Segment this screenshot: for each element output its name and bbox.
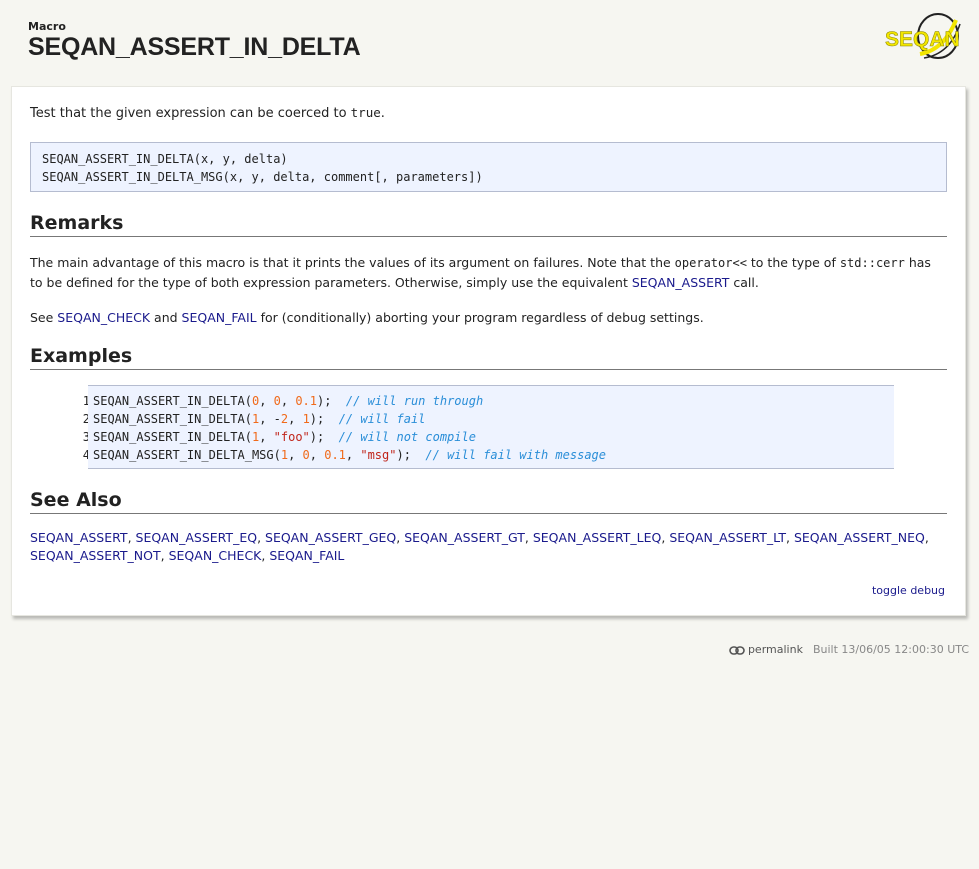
line-number: 4 [82, 448, 90, 462]
code-token: , [309, 448, 325, 462]
see-also-link[interactable]: SEQAN_ASSERT [30, 530, 128, 545]
code-token: 1 [280, 448, 289, 462]
see-also-link[interactable]: SEQAN_ASSERT_EQ [136, 530, 258, 545]
line-number: 3 [82, 430, 90, 444]
see-also-link[interactable]: SEQAN_ASSERT_LEQ [533, 530, 662, 545]
toggle-debug-link[interactable]: toggle debug [872, 584, 945, 597]
code-token: 0.1 [295, 394, 318, 408]
see-also-link[interactable]: SEQAN_ASSERT_NEQ [794, 530, 925, 545]
see-also-link[interactable]: SEQAN_ASSERT_NOT [30, 548, 161, 563]
link-icon [729, 646, 745, 655]
code-token: ); [309, 430, 339, 444]
link-seqan-assert[interactable]: SEQAN_ASSERT [632, 275, 730, 290]
code-token: SEQAN_ASSERT_IN_DELTA( [93, 430, 252, 444]
seqan-logo[interactable]: SEQAN [884, 10, 966, 62]
main-content: Test that the given expression can be co… [11, 86, 966, 616]
code-token: ); [396, 448, 426, 462]
code-token: , [288, 412, 303, 426]
remarks-paragraph-2: See SEQAN_CHECK and SEQAN_FAIL for (cond… [30, 310, 704, 325]
permalink-link[interactable]: permalink [748, 643, 803, 656]
code-token: // will fail with message [425, 448, 607, 462]
code-line: SEQAN_ASSERT_IN_DELTA(1, -2, 1); // will… [93, 410, 889, 428]
examples-heading: Examples [30, 345, 947, 370]
line-number: 2 [82, 412, 90, 426]
see-also-heading: See Also [30, 489, 947, 514]
code-token: SEQAN_ASSERT_IN_DELTA_MSG( [93, 448, 281, 462]
remarks-heading: Remarks [30, 212, 947, 237]
summary-code: true [350, 105, 381, 120]
see-also-link[interactable]: SEQAN_ASSERT_LT [669, 530, 786, 545]
see-also-link[interactable]: SEQAN_FAIL [269, 548, 344, 563]
code-line: SEQAN_ASSERT_IN_DELTA_MSG(1, 0, 0.1, "ms… [93, 446, 889, 464]
page-header: Macro SEQAN_ASSERT_IN_DELTA [28, 20, 361, 62]
see-also-links: SEQAN_ASSERT, SEQAN_ASSERT_EQ, SEQAN_ASS… [30, 530, 929, 563]
signature-line: SEQAN_ASSERT_IN_DELTA(x, y, delta) [42, 152, 288, 166]
code-line: SEQAN_ASSERT_IN_DELTA(1, "foo"); // will… [93, 428, 889, 446]
code-token: // will run through [345, 394, 484, 408]
signature-block: SEQAN_ASSERT_IN_DELTA(x, y, delta) SEQAN… [30, 142, 947, 192]
logo-text: SEQAN [885, 28, 960, 51]
summary: Test that the given expression can be co… [30, 105, 385, 121]
line-number: 1 [82, 394, 90, 408]
remarks-paragraph: The main advantage of this macro is that… [30, 255, 931, 290]
code-token: 1 [302, 412, 310, 426]
code-block: SEQAN_ASSERT_IN_DELTA( 0, 0, 0.1); // wil… [88, 385, 894, 469]
page-title: SEQAN_ASSERT_IN_DELTA [28, 33, 361, 61]
code-token: , - [259, 412, 281, 426]
code-token: ); [309, 412, 339, 426]
link-seqan-check[interactable]: SEQAN_CHECK [57, 310, 150, 325]
code-token: // will fail [338, 412, 426, 426]
code-token: , [288, 448, 303, 462]
code-token: 0.1 [324, 448, 346, 462]
code-token: SEQAN_ASSERT_IN_DELTA( [93, 394, 252, 408]
code-token: "msg" [360, 448, 397, 462]
code-token: "foo" [273, 430, 310, 444]
see-also-link[interactable]: SEQAN_ASSERT_GEQ [265, 530, 396, 545]
see-also-link[interactable]: SEQAN_ASSERT_GT [404, 530, 525, 545]
code-token: 0 [302, 448, 310, 462]
code-token: , [259, 394, 274, 408]
build-timestamp: Built 13/06/05 12:00:30 UTC [812, 643, 969, 656]
code-token: // will not compile [338, 430, 476, 444]
footer: permalink Built 13/06/05 12:00:30 UTC [729, 643, 969, 656]
example-code: 1 2 3 4 SEQAN_ASSERT_IN_DELTA( 0, 0, 0.1); /… [30, 385, 947, 469]
code-token: , [259, 430, 274, 444]
code-token: SEQAN_ASSERT_IN_DELTA( [93, 412, 252, 426]
line-numbers: 1 2 3 4 [66, 392, 90, 464]
signature-line: SEQAN_ASSERT_IN_DELTA_MSG(x, y, delta, c… [42, 170, 483, 184]
code-token: , [345, 448, 361, 462]
entity-kind-label: Macro [28, 20, 66, 33]
code-line: SEQAN_ASSERT_IN_DELTA(0, 0, 0.1); // wil… [93, 392, 889, 410]
link-seqan-fail[interactable]: SEQAN_FAIL [182, 310, 257, 325]
see-also-link[interactable]: SEQAN_CHECK [169, 548, 262, 563]
code-token: 0 [273, 394, 281, 408]
code-token: ); [317, 394, 346, 408]
code-token: , [280, 394, 296, 408]
